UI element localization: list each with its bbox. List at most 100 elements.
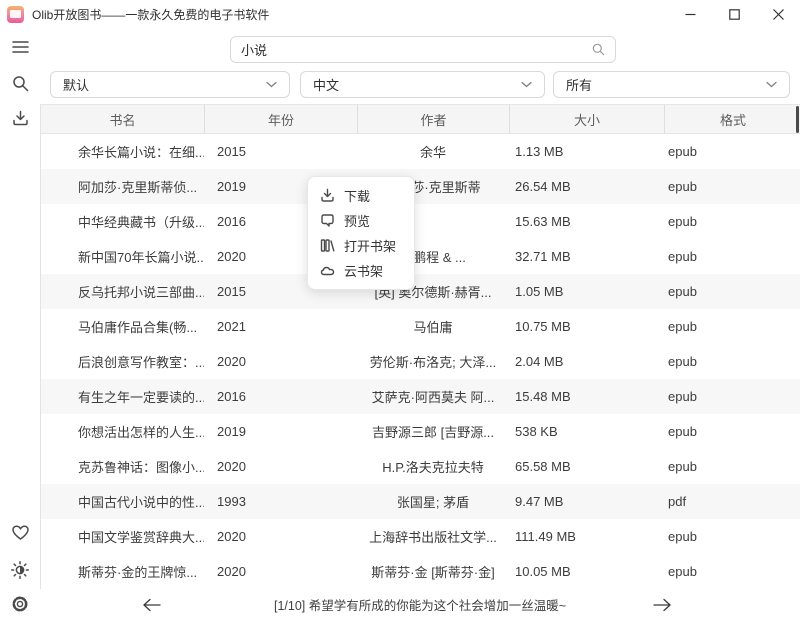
cell-author: 张国星; 茅盾: [357, 484, 509, 519]
settings-button[interactable]: [10, 594, 30, 614]
cell-size: 15.63 MB: [509, 204, 664, 239]
cell-format: epub: [664, 379, 800, 414]
cell-title: 阿加莎·克里斯蒂侦...: [41, 169, 204, 204]
context-menu-item-cloud-shelf[interactable]: 云书架: [308, 258, 414, 283]
format-dropdown-value: 所有: [566, 75, 592, 94]
cell-format: epub: [664, 414, 800, 449]
table-row[interactable]: 阿加莎·克里斯蒂侦... 2019 阿加莎·克里斯蒂 26.54 MB epub: [41, 169, 800, 204]
prev-page-button[interactable]: [132, 590, 172, 619]
favorites-heart-icon: [12, 525, 29, 541]
sidebar-search-button[interactable]: [10, 73, 30, 93]
cell-title: 新中国70年长篇小说...: [41, 239, 204, 274]
table-row[interactable]: 反乌托邦小说三部曲... 2015 [英] 奥尔德斯·赫胥... 1.05 MB…: [41, 274, 800, 309]
theme-toggle-button[interactable]: [10, 560, 30, 580]
favorites-button[interactable]: [10, 523, 30, 543]
column-header-author[interactable]: 作者: [357, 105, 509, 133]
books-table: 书名 年份 作者 大小 格式 余华长篇小说：在细... 2015 余华 1.13…: [40, 104, 800, 589]
cell-title: 你想活出怎样的人生...: [41, 414, 204, 449]
next-page-button[interactable]: [642, 590, 682, 619]
table-row[interactable]: 中华经典藏书（升级... 2016 15.63 MB epub: [41, 204, 800, 239]
cell-author: H.P.洛夫克拉夫特: [357, 449, 509, 484]
window-title: Olib开放图书——一款永久免费的电子书软件: [32, 6, 269, 23]
cell-title: 克苏鲁神话：图像小...: [41, 449, 204, 484]
cell-author: 劳伦斯·布洛克; 大泽...: [357, 344, 509, 379]
cell-year: 2019: [204, 414, 357, 449]
table-row[interactable]: 中国文学鉴赏辞典大... 2020 上海辞书出版社文学... 111.49 MB…: [41, 519, 800, 554]
cell-format: epub: [664, 204, 800, 239]
cell-size: 10.05 MB: [509, 554, 664, 589]
table-row[interactable]: 克苏鲁神话：图像小... 2020 H.P.洛夫克拉夫特 65.58 MB ep…: [41, 449, 800, 484]
table-row[interactable]: 中国古代小说中的性... 1993 张国星; 茅盾 9.47 MB pdf: [41, 484, 800, 519]
window-controls: [668, 0, 800, 28]
table-row[interactable]: 马伯庸作品合集(畅... 2021 马伯庸 10.75 MB epub: [41, 309, 800, 344]
column-header-size[interactable]: 大小: [509, 105, 664, 133]
table-row[interactable]: 斯蒂芬·金的王牌惊... 2020 斯蒂芬·金 [斯蒂芬·金] 10.05 MB…: [41, 554, 800, 589]
language-dropdown[interactable]: 中文: [300, 71, 545, 98]
left-sidebar: [0, 28, 40, 619]
cell-title: 斯蒂芬·金的王牌惊...: [41, 554, 204, 589]
cell-author: 余华: [357, 134, 509, 169]
cell-size: 26.54 MB: [509, 169, 664, 204]
cell-size: 2.04 MB: [509, 344, 664, 379]
cell-year: 2015: [204, 134, 357, 169]
search-icon: [12, 75, 29, 92]
minimize-button[interactable]: [668, 0, 712, 28]
cell-size: 9.47 MB: [509, 484, 664, 519]
cell-author: 艾萨克·阿西莫夫 阿...: [357, 379, 509, 414]
arrow-left-icon: [142, 598, 162, 612]
close-button[interactable]: [756, 0, 800, 28]
pagination-bar: [1/10] 希望学有所成的你能为这个社会增加一丝温暖~: [40, 590, 800, 619]
context-menu-item-open-bookshelf[interactable]: 打开书架: [308, 233, 414, 258]
table-header-row: 书名 年份 作者 大小 格式: [41, 104, 800, 134]
download-icon: [320, 188, 335, 203]
title-bar: Olib开放图书——一款永久免费的电子书软件: [0, 0, 800, 28]
table-row[interactable]: 新中国70年长篇小说... 2020 杜鹏程 & ... 32.71 MB ep…: [41, 239, 800, 274]
table-row[interactable]: 有生之年一定要读的... 2016 艾萨克·阿西莫夫 阿... 15.48 MB…: [41, 379, 800, 414]
cell-size: 538 KB: [509, 414, 664, 449]
cell-format: epub: [664, 344, 800, 379]
chevron-down-icon: [521, 81, 532, 88]
chevron-down-icon: [266, 81, 277, 88]
cell-size: 32.71 MB: [509, 239, 664, 274]
arrow-right-icon: [652, 598, 672, 612]
cell-format: epub: [664, 169, 800, 204]
sort-dropdown-value: 默认: [63, 75, 89, 94]
scrollbar-thumb[interactable]: [796, 106, 799, 133]
column-header-title[interactable]: 书名: [41, 105, 204, 133]
settings-gear-icon: [11, 595, 29, 613]
context-menu-label: 下载: [344, 186, 370, 205]
cell-year: 2020: [204, 554, 357, 589]
menu-button[interactable]: [10, 37, 30, 57]
app-logo-icon: [7, 6, 24, 23]
cell-title: 中华经典藏书（升级...: [41, 204, 204, 239]
table-row[interactable]: 余华长篇小说：在细... 2015 余华 1.13 MB epub: [41, 134, 800, 169]
context-menu-label: 云书架: [344, 261, 383, 280]
preview-icon: [320, 213, 335, 228]
context-menu-item-preview[interactable]: 预览: [308, 208, 414, 233]
table-body: 余华长篇小说：在细... 2015 余华 1.13 MB epub 阿加莎·克里…: [41, 134, 800, 589]
context-menu: 下载 预览 打开书架 云书架: [307, 176, 415, 290]
theme-brightness-icon: [11, 561, 29, 579]
cell-title: 中国文学鉴赏辞典大...: [41, 519, 204, 554]
cell-year: 2020: [204, 519, 357, 554]
table-row[interactable]: 后浪创意写作教室：... 2020 劳伦斯·布洛克; 大泽... 2.04 MB…: [41, 344, 800, 379]
table-row[interactable]: 你想活出怎样的人生... 2019 吉野源三郎 [吉野源... 538 KB e…: [41, 414, 800, 449]
downloads-button[interactable]: [10, 108, 30, 128]
search-input[interactable]: 小说: [230, 36, 616, 63]
context-menu-item-download[interactable]: 下载: [308, 183, 414, 208]
column-header-year[interactable]: 年份: [204, 105, 357, 133]
cell-format: epub: [664, 134, 800, 169]
maximize-button[interactable]: [712, 0, 756, 28]
cell-size: 65.58 MB: [509, 449, 664, 484]
cell-size: 111.49 MB: [509, 519, 664, 554]
cell-size: 1.05 MB: [509, 274, 664, 309]
cell-title: 反乌托邦小说三部曲...: [41, 274, 204, 309]
cell-size: 15.48 MB: [509, 379, 664, 414]
search-icon[interactable]: [592, 43, 605, 56]
sort-dropdown[interactable]: 默认: [50, 71, 290, 98]
context-menu-label: 打开书架: [344, 236, 396, 255]
cell-format: epub: [664, 554, 800, 589]
column-header-format[interactable]: 格式: [664, 105, 800, 133]
format-dropdown[interactable]: 所有: [553, 71, 790, 98]
chevron-down-icon: [766, 81, 777, 88]
